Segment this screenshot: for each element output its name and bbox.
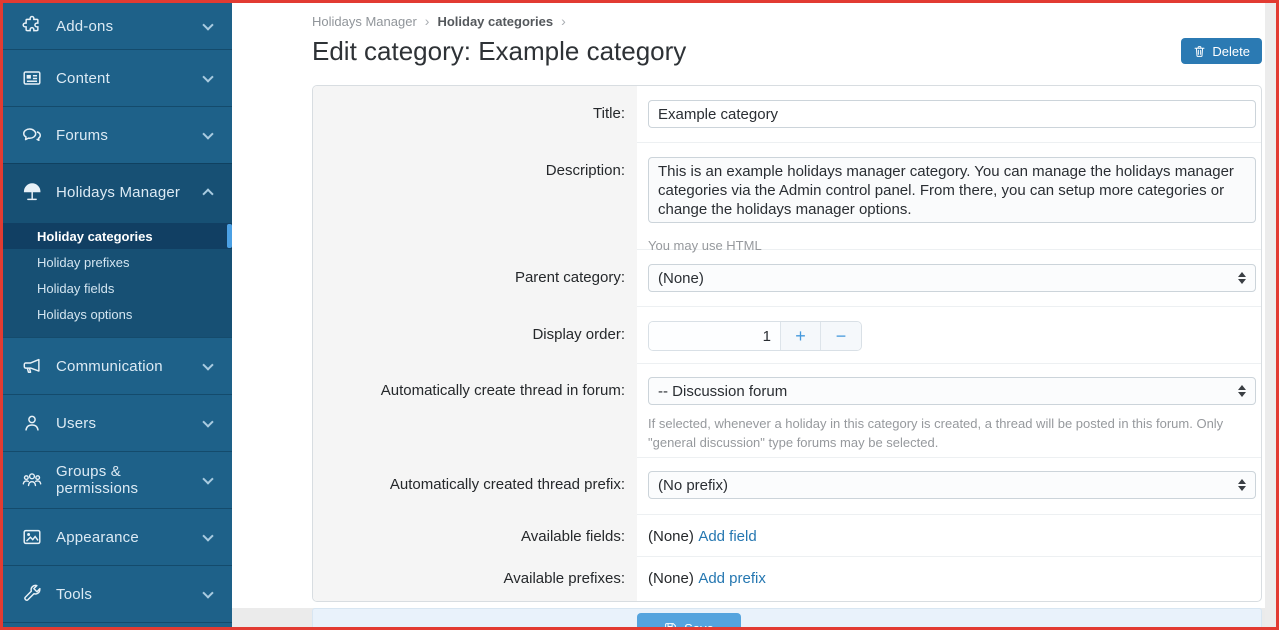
select-arrows-icon xyxy=(1238,479,1246,491)
thread-prefix-label: Automatically created thread prefix: xyxy=(313,458,637,515)
breadcrumb-separator-icon: › xyxy=(561,13,566,29)
sidebar-item-holiday-categories[interactable]: Holiday categories xyxy=(3,223,232,249)
sidebar-item-holidays-options[interactable]: Holidays options xyxy=(3,301,232,327)
breadcrumb-holidays-manager[interactable]: Holidays Manager xyxy=(312,14,417,29)
display-order-stepper: + − xyxy=(648,321,862,351)
page-scrollbar[interactable] xyxy=(1265,3,1276,627)
subnav-label: Holiday fields xyxy=(37,281,114,296)
select-arrows-icon xyxy=(1238,385,1246,397)
trash-icon xyxy=(1193,45,1206,58)
sidebar-group-holidays-manager: Holidays Manager Holiday categories Holi… xyxy=(3,163,232,337)
save-bar: Save xyxy=(312,608,1262,627)
chevron-down-icon xyxy=(202,19,213,30)
sidebar-item-holiday-fields[interactable]: Holiday fields xyxy=(3,275,232,301)
parent-category-label: Parent category: xyxy=(313,250,637,307)
image-icon xyxy=(20,526,44,548)
title-label: Title: xyxy=(313,86,637,143)
delete-button[interactable]: Delete xyxy=(1181,38,1262,64)
sidebar-item-users[interactable]: Users xyxy=(3,394,232,451)
available-fields-value: (None) xyxy=(648,528,694,545)
available-fields-label: Available fields: xyxy=(313,515,637,557)
sidebar-item-label: Appearance xyxy=(56,529,204,546)
sidebar-item-content[interactable]: Content xyxy=(3,49,232,106)
chevron-up-icon xyxy=(202,188,213,199)
sidebar-item-label: Groups & permissions xyxy=(56,463,204,497)
auto-thread-forum-value: -- Discussion forum xyxy=(658,383,787,400)
breadcrumb-holiday-categories[interactable]: Holiday categories xyxy=(437,14,553,29)
chevron-down-icon xyxy=(202,473,213,484)
sidebar-item-label: Tools xyxy=(56,586,204,603)
increment-button[interactable]: + xyxy=(781,322,821,350)
sidebar-item-label: Forums xyxy=(56,127,204,144)
sidebar-item-appearance[interactable]: Appearance xyxy=(3,508,232,565)
megaphone-icon xyxy=(20,355,44,377)
available-prefixes-label: Available prefixes: xyxy=(313,557,637,601)
page-title: Edit category: Example category xyxy=(312,35,686,67)
parent-category-value: (None) xyxy=(658,270,704,287)
chevron-down-icon xyxy=(202,71,213,82)
chevron-down-icon xyxy=(202,587,213,598)
title-input[interactable] xyxy=(648,100,1256,128)
breadcrumb: Holidays Manager › Holiday categories › xyxy=(312,13,1262,29)
thread-prefix-select[interactable]: (No prefix) xyxy=(648,471,1256,499)
parent-category-select[interactable]: (None) xyxy=(648,264,1256,292)
beach-umbrella-icon xyxy=(20,181,44,203)
description-label: Description: xyxy=(313,143,637,250)
main-area: Holidays Manager › Holiday categories › … xyxy=(232,3,1265,627)
app-window: Add-ons Content Forums Holidays Manager xyxy=(0,0,1279,630)
admin-sidebar: Add-ons Content Forums Holidays Manager xyxy=(3,3,232,627)
sidebar-item-partial xyxy=(3,622,232,627)
save-button-label: Save xyxy=(684,621,714,630)
sidebar-item-label: Users xyxy=(56,415,204,432)
newspaper-icon xyxy=(20,67,44,89)
decrement-button[interactable]: − xyxy=(821,322,861,350)
subnav-label: Holiday categories xyxy=(37,229,153,244)
sidebar-item-groups-permissions[interactable]: Groups & permissions xyxy=(3,451,232,508)
save-button[interactable]: Save xyxy=(637,613,741,630)
holidays-manager-submenu: Holiday categories Holiday prefixes Holi… xyxy=(3,220,232,337)
breadcrumb-separator-icon: › xyxy=(425,13,430,29)
sidebar-scrollbar-thumb[interactable] xyxy=(227,224,232,248)
select-arrows-icon xyxy=(1238,272,1246,284)
sidebar-item-label: Content xyxy=(56,70,204,87)
auto-thread-forum-hint: If selected, whenever a holiday in this … xyxy=(648,414,1256,452)
edit-category-form: Title: Description: This is an example h… xyxy=(312,85,1262,602)
chevron-down-icon xyxy=(202,359,213,370)
sidebar-item-holidays-manager[interactable]: Holidays Manager xyxy=(3,163,232,220)
sticky-footer: Save xyxy=(232,608,1265,627)
description-textarea[interactable]: This is an example holidays manager cate… xyxy=(648,157,1256,223)
sidebar-item-label: Add-ons xyxy=(56,18,204,35)
comments-icon xyxy=(20,124,44,146)
sidebar-item-communication[interactable]: Communication xyxy=(3,337,232,394)
display-order-label: Display order: xyxy=(313,307,637,364)
wrench-icon xyxy=(20,583,44,605)
users-icon xyxy=(20,469,44,491)
add-prefix-link[interactable]: Add prefix xyxy=(698,570,766,587)
sidebar-item-add-ons[interactable]: Add-ons xyxy=(3,3,232,49)
auto-thread-forum-label: Automatically create thread in forum: xyxy=(313,364,637,458)
auto-thread-forum-select[interactable]: -- Discussion forum xyxy=(648,377,1256,405)
chevron-down-icon xyxy=(202,530,213,541)
display-order-input[interactable] xyxy=(649,322,781,350)
sidebar-item-tools[interactable]: Tools xyxy=(3,565,232,622)
subnav-label: Holiday prefixes xyxy=(37,255,130,270)
user-icon xyxy=(20,412,44,434)
subnav-label: Holidays options xyxy=(37,307,132,322)
chevron-down-icon xyxy=(202,128,213,139)
puzzle-icon xyxy=(20,15,44,37)
add-field-link[interactable]: Add field xyxy=(698,528,756,545)
floppy-disk-icon xyxy=(664,622,677,630)
chevron-down-icon xyxy=(202,416,213,427)
thread-prefix-value: (No prefix) xyxy=(658,477,728,494)
sidebar-item-holiday-prefixes[interactable]: Holiday prefixes xyxy=(3,249,232,275)
delete-button-label: Delete xyxy=(1212,44,1250,59)
sidebar-item-label: Holidays Manager xyxy=(56,184,204,201)
sidebar-item-forums[interactable]: Forums xyxy=(3,106,232,163)
available-prefixes-value: (None) xyxy=(648,570,694,587)
sidebar-item-label: Communication xyxy=(56,358,204,375)
